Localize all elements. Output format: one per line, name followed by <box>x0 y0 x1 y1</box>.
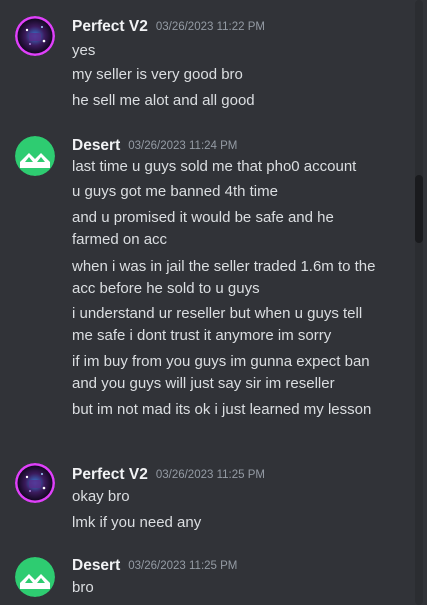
username[interactable]: Desert <box>72 557 120 574</box>
message-text: my seller is very good bro <box>72 66 243 83</box>
message-header: Desert 03/26/2023 11:24 PM <box>72 137 237 157</box>
username[interactable]: Desert <box>72 137 120 154</box>
timestamp: 03/26/2023 11:24 PM <box>128 140 238 152</box>
message-text: if im buy from you guys im gunna expect … <box>72 353 370 392</box>
message-text: yes <box>72 42 96 59</box>
timestamp: 03/26/2023 11:22 PM <box>155 21 265 33</box>
chat-messages: Perfect V2 03/26/2023 11:22 PM yes my sel… <box>0 0 414 605</box>
message-header: Perfect V2 03/26/2023 11:25 PM <box>72 466 265 486</box>
message-text: okay bro <box>72 488 130 505</box>
scrollbar-thumb[interactable] <box>415 175 423 243</box>
message-header: Desert 03/26/2023 11:25 PM <box>72 557 237 577</box>
message-header: Perfect V2 03/26/2023 11:22 PM <box>72 18 265 38</box>
message-text: bro <box>72 579 94 596</box>
scrollbar-track[interactable] <box>415 0 423 605</box>
message-text: i understand ur reseller but when u guys… <box>72 305 363 344</box>
message-text: when i was in jail the seller traded 1.6… <box>72 258 376 297</box>
timestamp: 03/26/2023 11:25 PM <box>155 469 265 481</box>
message-text: he sell me alot and all good <box>72 92 255 109</box>
message-text: lmk if you need any <box>72 514 202 531</box>
message-text: last time u guys sold me that pho0 accou… <box>72 158 357 175</box>
message-text: u guys got me banned 4th time <box>72 183 278 200</box>
green-mountain-avatar-icon[interactable] <box>15 136 55 176</box>
timestamp: 03/26/2023 11:25 PM <box>128 560 238 572</box>
galaxy-avatar-icon[interactable] <box>15 16 55 56</box>
message-text: but im not mad its ok i just learned my … <box>72 401 372 418</box>
username[interactable]: Perfect V2 <box>72 18 148 35</box>
green-mountain-avatar-icon[interactable] <box>15 557 55 597</box>
message-text: and u promised it would be safe and he f… <box>72 209 334 248</box>
galaxy-avatar-icon[interactable] <box>15 463 55 503</box>
username[interactable]: Perfect V2 <box>72 466 148 483</box>
